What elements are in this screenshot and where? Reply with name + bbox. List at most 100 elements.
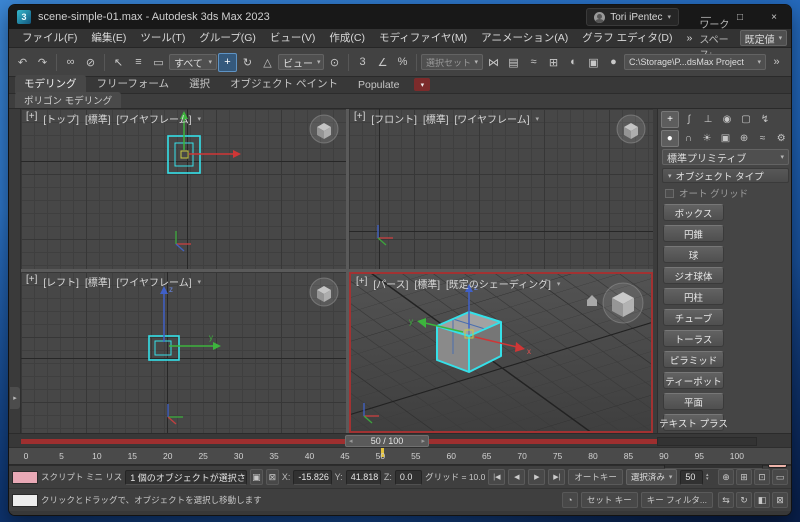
angle-snap-icon[interactable]: ∠ — [373, 53, 392, 72]
viewport-shading-label[interactable]: [ワイヤフレーム] — [117, 111, 192, 126]
viewport-name-label[interactable]: [レフト] — [43, 274, 79, 289]
selection-set-combo[interactable]: 選択済み ▾ — [626, 469, 678, 485]
material-editor-icon[interactable]: ◐ — [564, 53, 583, 72]
move-icon[interactable]: + — [218, 53, 237, 72]
set-key-button[interactable]: セット キー — [581, 492, 638, 508]
viewcube[interactable] — [309, 114, 339, 144]
tab-motion-icon[interactable]: ◉ — [718, 111, 736, 128]
time-slider-track-left[interactable] — [21, 439, 345, 444]
move-gizmo[interactable]: y z — [160, 285, 221, 350]
named-selection-set-combo[interactable]: 選択セット名 ▾ — [421, 54, 483, 70]
track-bar[interactable]: 0 5 10 15 20 25 30 35 40 45 50 55 60 65 … — [9, 447, 791, 465]
frame-spinner[interactable]: ▴ ▾ — [706, 473, 713, 481]
viewport-style-label[interactable]: [標準] — [85, 274, 111, 289]
viewcube[interactable] — [616, 114, 646, 144]
mirror-icon[interactable]: ⋈ — [484, 53, 503, 72]
select-object-icon[interactable]: ↖ — [109, 53, 128, 72]
previous-frame-icon[interactable]: ◂ — [349, 437, 353, 445]
x-coordinate-field[interactable]: -15.826 — [293, 470, 331, 485]
viewport-style-label[interactable]: [標準] — [85, 111, 111, 126]
z-coordinate-field[interactable]: 0.0 — [395, 470, 422, 485]
category-lights-icon[interactable]: ☀ — [698, 130, 716, 147]
primitive-cylinder-button[interactable]: 円柱 — [663, 288, 724, 305]
viewcube-home-icon[interactable] — [587, 295, 597, 306]
orbit-icon[interactable]: ↻ — [736, 492, 752, 508]
viewport-left[interactable]: [+] [レフト] [標準] [ワイヤフレーム] ▾ — [21, 272, 346, 433]
menu-group[interactable]: グループ(G) — [192, 29, 263, 47]
ribbon-tab-freeform[interactable]: フリーフォーム — [88, 75, 179, 93]
viewport-menu-plus[interactable]: [+] — [26, 111, 37, 126]
tab-modify-icon[interactable]: ∫ — [680, 111, 698, 128]
ribbon-config-icon[interactable]: ▾ — [414, 78, 430, 91]
macro-recorder-field[interactable] — [12, 471, 38, 484]
category-systems-icon[interactable]: ⚙ — [772, 130, 790, 147]
category-shapes-icon[interactable]: ∩ — [680, 130, 698, 147]
isolate-selection-icon[interactable]: ▣ — [250, 469, 263, 485]
viewport-menu-plus[interactable]: [+] — [354, 111, 365, 126]
select-and-link-icon[interactable]: ∞ — [61, 53, 80, 72]
viewport-menu-plus[interactable]: [+] — [356, 276, 367, 291]
ribbon-tab-selection[interactable]: 選択 — [180, 75, 219, 93]
go-to-start-button[interactable]: |◀ — [488, 469, 505, 485]
viewport-menu-plus[interactable]: [+] — [26, 274, 37, 289]
viewport-name-label[interactable]: [フロント] — [371, 111, 417, 126]
viewport-name-label[interactable]: [トップ] — [43, 111, 79, 126]
rollout-object-type[interactable]: ▾ オブジェクト タイプ — [662, 168, 789, 183]
scale-icon[interactable]: △ — [258, 53, 277, 72]
menu-create[interactable]: 作成(C) — [322, 29, 372, 47]
toolbar-overflow-icon[interactable]: » — [767, 53, 786, 72]
snap-toggle-3d-icon[interactable]: 3 — [353, 53, 372, 72]
time-slider-track-right[interactable] — [429, 439, 657, 444]
menu-animation[interactable]: アニメーション(A) — [474, 29, 575, 47]
zoom-all-icon[interactable]: ⊞ — [736, 469, 752, 485]
selection-region-icon[interactable]: ▭ — [149, 53, 168, 72]
time-slider-handle[interactable]: ◂ 50 / 100 ▸ — [345, 435, 429, 447]
autogrid-checkbox[interactable] — [665, 189, 674, 198]
current-frame-field[interactable]: 50 — [680, 470, 703, 485]
menu-modifiers[interactable]: モディファイヤ(M) — [372, 29, 474, 47]
viewport-name-label[interactable]: [パース] — [373, 276, 408, 291]
category-helpers-icon[interactable]: ⊕ — [735, 130, 753, 147]
zoom-region-icon[interactable]: ▭ — [772, 469, 788, 485]
primitive-tube-button[interactable]: チューブ — [663, 309, 724, 326]
viewport-front[interactable]: [+] [フロント] [標準] [ワイヤフレーム] ▾ — [349, 109, 653, 269]
viewport-perspective-active[interactable]: [+] [パース] [標準] [既定のシェーディング] ▾ — [349, 272, 653, 433]
render-setup-icon[interactable]: ▣ — [584, 53, 603, 72]
selection-filter-combo[interactable]: すべて ▾ — [169, 54, 217, 70]
primitive-box-button[interactable]: ボックス — [663, 204, 724, 221]
selection-lock-icon[interactable]: ⊠ — [266, 469, 279, 485]
time-config-icon[interactable]: ◔ — [562, 492, 578, 508]
maximize-viewport-icon[interactable]: ◧ — [754, 492, 770, 508]
primitive-teapot-button[interactable]: ティーポット — [663, 372, 724, 389]
undo-icon[interactable]: ↶ — [13, 53, 32, 72]
mini-listener-field[interactable] — [12, 494, 38, 507]
percent-snap-icon[interactable]: % — [393, 53, 412, 72]
category-geometry-icon[interactable]: ● — [661, 130, 679, 147]
primitive-plane-button[interactable]: 平面 — [663, 393, 724, 410]
ribbon-tab-object-paint[interactable]: オブジェクト ペイント — [221, 75, 347, 93]
viewport-config-icon[interactable]: ⊠ — [772, 492, 788, 508]
primitive-geosphere-button[interactable]: ジオ球体 — [663, 267, 724, 284]
tab-display-icon[interactable]: ▢ — [737, 111, 755, 128]
menu-views[interactable]: ビュー(V) — [263, 29, 323, 47]
unlink-selection-icon[interactable]: ⊘ — [81, 53, 100, 72]
project-folder-combo[interactable]: C:\Storage\P...dsMax Project ▾ — [624, 54, 766, 70]
tab-utilities-icon[interactable]: ↯ — [756, 111, 774, 128]
primitive-torus-button[interactable]: トーラス — [663, 330, 724, 347]
viewport-layout-tab[interactable]: ▸ — [10, 387, 20, 409]
category-space-warps-icon[interactable]: ≈ — [754, 130, 772, 147]
primitive-pyramid-button[interactable]: ピラミッド — [663, 351, 724, 368]
menu-edit[interactable]: 編集(E) — [84, 29, 133, 47]
ribbon-tab-modeling[interactable]: モデリング — [15, 75, 86, 93]
play-button[interactable]: ▶ — [528, 469, 545, 485]
category-cameras-icon[interactable]: ▣ — [717, 130, 735, 147]
workspace-combo[interactable]: 既定値 ▾ — [740, 30, 788, 46]
next-frame-icon[interactable]: ▸ — [421, 437, 425, 445]
schematic-view-icon[interactable]: ⊞ — [544, 53, 563, 72]
tab-hierarchy-icon[interactable]: ⊥ — [699, 111, 717, 128]
primitive-textplus-button[interactable]: テキスト プラス — [663, 414, 724, 431]
primitive-sphere-button[interactable]: 球 — [663, 246, 724, 263]
zoom-extents-icon[interactable]: ⊡ — [754, 469, 770, 485]
menu-file[interactable]: ファイル(F) — [15, 29, 84, 47]
viewport-shading-label[interactable]: [ワイヤフレーム] — [117, 274, 192, 289]
